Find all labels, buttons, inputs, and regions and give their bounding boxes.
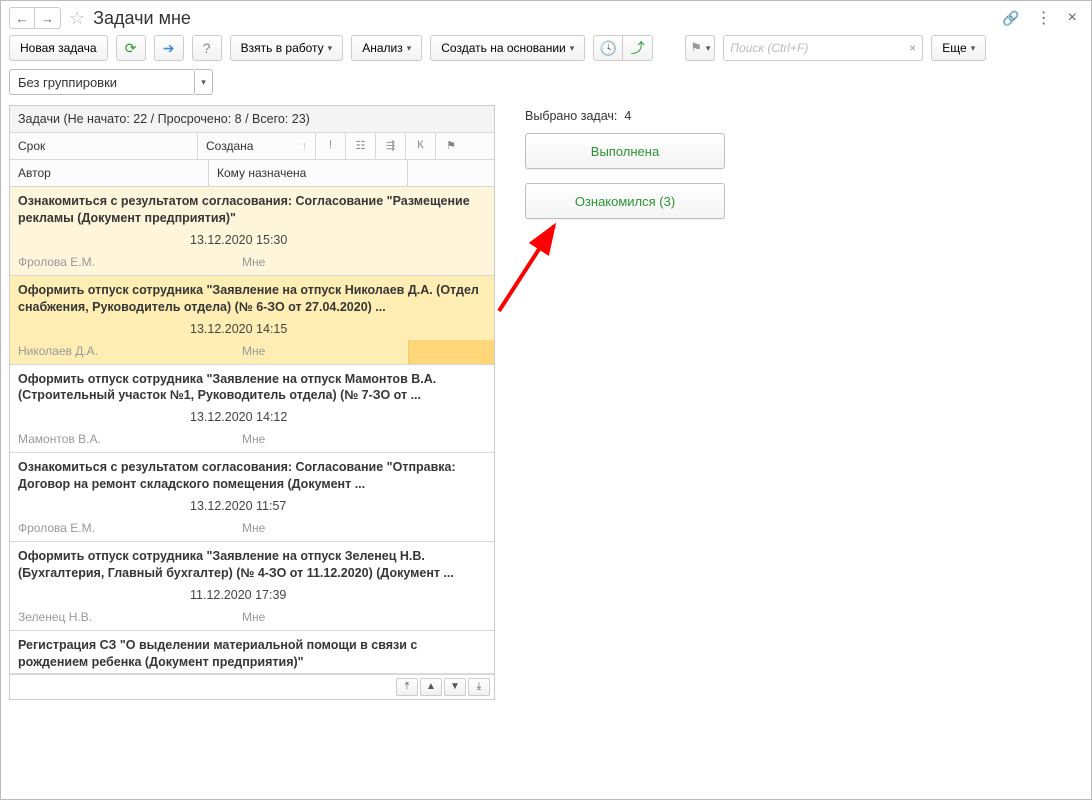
grouping-select[interactable]: Без группировки (9, 69, 195, 95)
task-title: Ознакомиться с результатом согласования:… (10, 187, 494, 229)
task-meta: Николаев Д.А.Мне (10, 340, 494, 364)
favorite-icon[interactable]: ☆ (69, 8, 85, 29)
clock-icon: 🕓 (600, 40, 617, 57)
col-tree[interactable]: ⇶ (376, 133, 406, 159)
task-date: 13.12.2020 11:57 (10, 495, 494, 517)
nav-last-button[interactable]: ⤓ (468, 678, 490, 696)
chevron-down-icon: ▾ (407, 43, 412, 54)
chevron-down-icon: ▾ (570, 43, 575, 54)
refresh-icon: ⟳ (125, 40, 137, 57)
flag-filter-button[interactable]: ⚑ ▾ (685, 35, 715, 61)
task-marker (400, 521, 486, 535)
done-button[interactable]: Выполнена (525, 133, 725, 169)
task-meta: Фролова Е.М.Мне (10, 517, 494, 541)
task-row[interactable]: Оформить отпуск сотрудника "Заявление на… (10, 276, 494, 365)
col-sozdana[interactable]: Создана ↑ (198, 133, 316, 159)
col-group[interactable]: ☷ (346, 133, 376, 159)
col-srok[interactable]: Срок (10, 133, 198, 159)
col-flag[interactable]: ⚑ (436, 133, 466, 159)
close-icon[interactable]: × (1068, 9, 1077, 27)
task-title: Регистрация СЗ "О выделении материальной… (10, 631, 494, 673)
nav-up-button[interactable]: ▲ (420, 678, 442, 696)
flag-icon: ⚑ (690, 40, 702, 56)
take-work-button[interactable]: Взять в работу ▾ (230, 35, 344, 61)
task-row[interactable]: Регистрация СЗ "О выделении материальной… (10, 631, 494, 674)
export-icon: ⤴ (631, 38, 645, 58)
nav-down-button[interactable]: ▼ (444, 678, 466, 696)
task-assigned-to: Мне (242, 521, 400, 535)
list-summary: Задачи (Не начато: 22 / Просрочено: 8 / … (10, 106, 494, 133)
task-row[interactable]: Ознакомиться с результатом согласования:… (10, 453, 494, 542)
nav-back-button[interactable]: ← (9, 7, 35, 29)
task-marker (400, 432, 486, 446)
task-author: Мамонтов В.А. (18, 432, 242, 446)
task-title: Ознакомиться с результатом согласования:… (10, 453, 494, 495)
acknowledge-button[interactable]: Ознакомился (3) (525, 183, 725, 219)
selection-info: Выбрано задач: 4 (525, 105, 745, 133)
chevron-down-icon: ▾ (971, 43, 976, 54)
analysis-button[interactable]: Анализ ▾ (351, 35, 422, 61)
task-marker (408, 340, 494, 364)
more-menu-icon[interactable]: ⋮ (1036, 8, 1052, 28)
task-meta: Мамонтов В.А.Мне (10, 428, 494, 452)
task-author: Фролова Е.М. (18, 521, 242, 535)
arrow-right-icon: ➔ (163, 40, 175, 57)
task-row[interactable]: Ознакомиться с результатом согласования:… (10, 187, 494, 276)
task-marker (400, 255, 486, 269)
task-assigned-to: Мне (242, 432, 400, 446)
task-assigned-to: Мне (242, 610, 400, 624)
chevron-down-icon: ▾ (328, 43, 333, 54)
page-title: Задачи мне (93, 8, 191, 29)
task-assigned-to: Мне (242, 255, 400, 269)
col-assigned[interactable]: Кому назначена (209, 160, 408, 186)
nav-forward-button[interactable]: → (35, 7, 61, 29)
task-date: 13.12.2020 15:30 (10, 229, 494, 251)
sort-asc-icon: ↑ (302, 140, 308, 152)
task-author: Фролова Е.М. (18, 255, 242, 269)
nav-first-button[interactable]: ⤒ (396, 678, 418, 696)
col-k[interactable]: К (406, 133, 436, 159)
more-button[interactable]: Еще ▾ (931, 35, 986, 61)
help-icon: ? (203, 40, 211, 56)
columns-row-1: Срок Создана ↑ ! ☷ ⇶ К ⚑ (10, 133, 494, 160)
clear-search-icon[interactable]: × (909, 41, 916, 55)
refresh-button[interactable]: ⟳ (116, 35, 146, 61)
task-title: Оформить отпуск сотрудника "Заявление на… (10, 542, 494, 584)
create-based-button[interactable]: Создать на основании ▾ (430, 35, 585, 61)
task-assigned-to: Мне (242, 344, 408, 358)
task-marker (400, 610, 486, 624)
columns-row-2: Автор Кому назначена (10, 160, 494, 187)
forward-button[interactable]: ➔ (154, 35, 184, 61)
col-author[interactable]: Автор (10, 160, 209, 186)
search-input[interactable] (730, 41, 909, 55)
link-icon[interactable]: 🔗 (1002, 10, 1019, 27)
task-date: 11.12.2020 17:39 (10, 584, 494, 606)
export-button[interactable]: ⤴ (623, 35, 653, 61)
grouping-dropdown-button[interactable]: ▾ (195, 69, 213, 95)
task-row[interactable]: Оформить отпуск сотрудника "Заявление на… (10, 542, 494, 631)
task-title: Оформить отпуск сотрудника "Заявление на… (10, 365, 494, 407)
task-row[interactable]: Оформить отпуск сотрудника "Заявление на… (10, 365, 494, 454)
task-date: 13.12.2020 14:15 (10, 318, 494, 340)
task-list: Задачи (Не начато: 22 / Просрочено: 8 / … (9, 105, 495, 700)
col-priority[interactable]: ! (316, 133, 346, 159)
task-author: Зеленец Н.В. (18, 610, 242, 624)
task-title: Оформить отпуск сотрудника "Заявление на… (10, 276, 494, 318)
list-nav-footer: ⤒ ▲ ▼ ⤓ (10, 674, 494, 699)
task-meta: Фролова Е.М.Мне (10, 251, 494, 275)
col-empty (408, 160, 494, 186)
history-button[interactable]: 🕓 (593, 35, 623, 61)
help-button[interactable]: ? (192, 35, 222, 61)
task-meta: Зеленец Н.В.Мне (10, 606, 494, 630)
new-task-button[interactable]: Новая задача (9, 35, 108, 61)
task-author: Николаев Д.А. (18, 344, 242, 358)
search-input-wrap[interactable]: × (723, 35, 923, 61)
task-date: 13.12.2020 14:12 (10, 406, 494, 428)
chevron-down-icon: ▾ (706, 43, 711, 54)
